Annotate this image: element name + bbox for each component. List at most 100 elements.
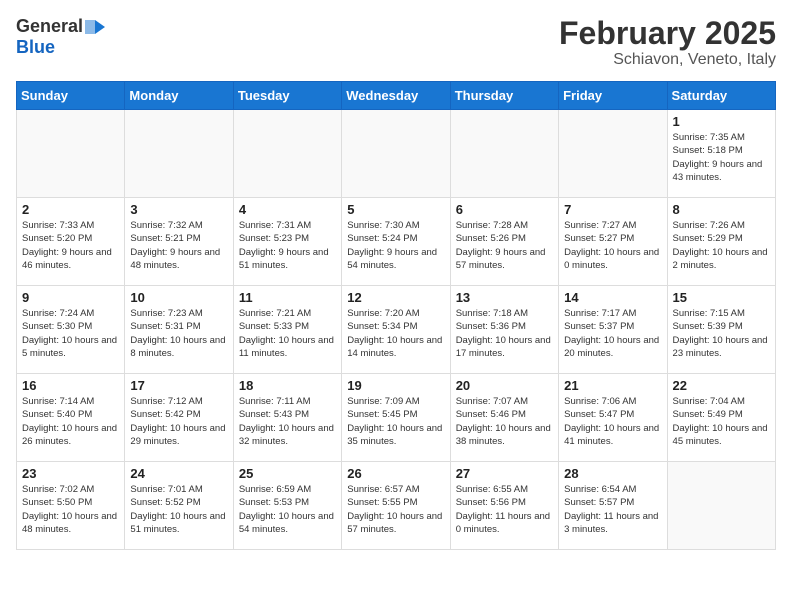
calendar-cell: 21 Sunrise: 7:06 AM Sunset: 5:47 PM Dayli… <box>559 374 667 462</box>
calendar-cell: 18Sunrise: 7:11 AM Sunset: 5:43 PM Dayli… <box>233 374 341 462</box>
calendar-week-2: 9 Sunrise: 7:24 AM Sunset: 5:30 PM Daylig… <box>17 286 776 374</box>
day-info: Sunrise: 7:21 AM Sunset: 5:33 PM Dayligh… <box>239 307 336 360</box>
day-number: 27 <box>456 466 553 481</box>
day-number: 9 <box>22 290 119 305</box>
calendar-cell: 2 Sunrise: 7:33 AM Sunset: 5:20 PM Daylig… <box>17 198 125 286</box>
day-header-tuesday: Tuesday <box>233 82 341 110</box>
day-number: 11 <box>239 290 336 305</box>
day-info: Sunrise: 7:32 AM Sunset: 5:21 PM Dayligh… <box>130 219 227 272</box>
logo-general: General <box>16 16 83 37</box>
logo: General Blue <box>16 16 105 58</box>
day-info: Sunrise: 7:09 AM Sunset: 5:45 PM Dayligh… <box>347 395 444 448</box>
day-number: 10 <box>130 290 227 305</box>
day-info: Sunrise: 7:04 AM Sunset: 5:49 PM Dayligh… <box>673 395 770 448</box>
calendar-cell: 15 Sunrise: 7:15 AM Sunset: 5:39 PM Dayli… <box>667 286 775 374</box>
day-number: 22 <box>673 378 770 393</box>
calendar-cell: 7Sunrise: 7:27 AM Sunset: 5:27 PM Daylig… <box>559 198 667 286</box>
day-header-saturday: Saturday <box>667 82 775 110</box>
day-number: 5 <box>347 202 444 217</box>
day-info: Sunrise: 7:24 AM Sunset: 5:30 PM Dayligh… <box>22 307 119 360</box>
calendar-cell: 23 Sunrise: 7:02 AM Sunset: 5:50 PM Dayli… <box>17 462 125 550</box>
day-number: 6 <box>456 202 553 217</box>
calendar-cell: 12 Sunrise: 7:20 AM Sunset: 5:34 PM Dayli… <box>342 286 450 374</box>
location-subtitle: Schiavon, Veneto, Italy <box>559 51 776 69</box>
calendar-cell: 13Sunrise: 7:18 AM Sunset: 5:36 PM Dayli… <box>450 286 558 374</box>
day-info: Sunrise: 7:35 AM Sunset: 5:18 PM Dayligh… <box>673 131 770 184</box>
calendar-cell <box>667 462 775 550</box>
day-info: Sunrise: 7:31 AM Sunset: 5:23 PM Dayligh… <box>239 219 336 272</box>
day-number: 3 <box>130 202 227 217</box>
calendar-cell: 28 Sunrise: 6:54 AM Sunset: 5:57 PM Dayli… <box>559 462 667 550</box>
day-header-monday: Monday <box>125 82 233 110</box>
day-number: 23 <box>22 466 119 481</box>
calendar-cell: 10 Sunrise: 7:23 AM Sunset: 5:31 PM Dayli… <box>125 286 233 374</box>
calendar-cell: 24 Sunrise: 7:01 AM Sunset: 5:52 PM Dayli… <box>125 462 233 550</box>
day-info: Sunrise: 7:12 AM Sunset: 5:42 PM Dayligh… <box>130 395 227 448</box>
day-info: Sunrise: 6:54 AM Sunset: 5:57 PM Dayligh… <box>564 483 661 536</box>
day-number: 25 <box>239 466 336 481</box>
day-info: Sunrise: 7:26 AM Sunset: 5:29 PM Dayligh… <box>673 219 770 272</box>
calendar-week-1: 2 Sunrise: 7:33 AM Sunset: 5:20 PM Daylig… <box>17 198 776 286</box>
title-block: February 2025 Schiavon, Veneto, Italy <box>559 16 776 69</box>
day-number: 16 <box>22 378 119 393</box>
day-info: Sunrise: 7:15 AM Sunset: 5:39 PM Dayligh… <box>673 307 770 360</box>
day-number: 15 <box>673 290 770 305</box>
calendar-cell: 1 Sunrise: 7:35 AM Sunset: 5:18 PM Daylig… <box>667 110 775 198</box>
day-info: Sunrise: 7:06 AM Sunset: 5:47 PM Dayligh… <box>564 395 661 448</box>
day-info: Sunrise: 7:23 AM Sunset: 5:31 PM Dayligh… <box>130 307 227 360</box>
calendar-header-row: SundayMondayTuesdayWednesdayThursdayFrid… <box>17 82 776 110</box>
calendar-cell: 26 Sunrise: 6:57 AM Sunset: 5:55 PM Dayli… <box>342 462 450 550</box>
calendar-cell: 27 Sunrise: 6:55 AM Sunset: 5:56 PM Dayli… <box>450 462 558 550</box>
calendar-cell: 5Sunrise: 7:30 AM Sunset: 5:24 PM Daylig… <box>342 198 450 286</box>
day-number: 21 <box>564 378 661 393</box>
day-number: 12 <box>347 290 444 305</box>
calendar-week-0: 1 Sunrise: 7:35 AM Sunset: 5:18 PM Daylig… <box>17 110 776 198</box>
calendar-cell: 6 Sunrise: 7:28 AM Sunset: 5:26 PM Daylig… <box>450 198 558 286</box>
day-info: Sunrise: 7:20 AM Sunset: 5:34 PM Dayligh… <box>347 307 444 360</box>
day-number: 26 <box>347 466 444 481</box>
calendar-cell <box>17 110 125 198</box>
day-info: Sunrise: 7:02 AM Sunset: 5:50 PM Dayligh… <box>22 483 119 536</box>
calendar-cell: 4 Sunrise: 7:31 AM Sunset: 5:23 PM Daylig… <box>233 198 341 286</box>
calendar-cell <box>125 110 233 198</box>
day-info: Sunrise: 7:33 AM Sunset: 5:20 PM Dayligh… <box>22 219 119 272</box>
day-header-thursday: Thursday <box>450 82 558 110</box>
calendar-cell: 22 Sunrise: 7:04 AM Sunset: 5:49 PM Dayli… <box>667 374 775 462</box>
day-number: 19 <box>347 378 444 393</box>
logo-flag-icon <box>85 20 105 34</box>
day-info: Sunrise: 7:17 AM Sunset: 5:37 PM Dayligh… <box>564 307 661 360</box>
month-title: February 2025 <box>559 16 776 51</box>
calendar-cell <box>342 110 450 198</box>
calendar-cell: 8Sunrise: 7:26 AM Sunset: 5:29 PM Daylig… <box>667 198 775 286</box>
day-number: 4 <box>239 202 336 217</box>
day-info: Sunrise: 6:59 AM Sunset: 5:53 PM Dayligh… <box>239 483 336 536</box>
calendar-cell <box>450 110 558 198</box>
calendar-table: SundayMondayTuesdayWednesdayThursdayFrid… <box>16 81 776 550</box>
calendar-cell <box>233 110 341 198</box>
logo-blue: Blue <box>16 37 55 58</box>
calendar-cell: 20Sunrise: 7:07 AM Sunset: 5:46 PM Dayli… <box>450 374 558 462</box>
calendar-week-3: 16 Sunrise: 7:14 AM Sunset: 5:40 PM Dayli… <box>17 374 776 462</box>
day-info: Sunrise: 6:55 AM Sunset: 5:56 PM Dayligh… <box>456 483 553 536</box>
day-info: Sunrise: 7:14 AM Sunset: 5:40 PM Dayligh… <box>22 395 119 448</box>
day-info: Sunrise: 7:07 AM Sunset: 5:46 PM Dayligh… <box>456 395 553 448</box>
day-number: 1 <box>673 114 770 129</box>
day-number: 2 <box>22 202 119 217</box>
day-number: 14 <box>564 290 661 305</box>
calendar-cell: 17Sunrise: 7:12 AM Sunset: 5:42 PM Dayli… <box>125 374 233 462</box>
day-number: 28 <box>564 466 661 481</box>
calendar-cell: 19 Sunrise: 7:09 AM Sunset: 5:45 PM Dayli… <box>342 374 450 462</box>
calendar-cell: 9 Sunrise: 7:24 AM Sunset: 5:30 PM Daylig… <box>17 286 125 374</box>
day-number: 24 <box>130 466 227 481</box>
day-header-sunday: Sunday <box>17 82 125 110</box>
calendar-cell: 3 Sunrise: 7:32 AM Sunset: 5:21 PM Daylig… <box>125 198 233 286</box>
day-info: Sunrise: 6:57 AM Sunset: 5:55 PM Dayligh… <box>347 483 444 536</box>
calendar-cell: 25 Sunrise: 6:59 AM Sunset: 5:53 PM Dayli… <box>233 462 341 550</box>
calendar-week-4: 23 Sunrise: 7:02 AM Sunset: 5:50 PM Dayli… <box>17 462 776 550</box>
calendar-cell: 16 Sunrise: 7:14 AM Sunset: 5:40 PM Dayli… <box>17 374 125 462</box>
day-info: Sunrise: 7:01 AM Sunset: 5:52 PM Dayligh… <box>130 483 227 536</box>
day-info: Sunrise: 7:28 AM Sunset: 5:26 PM Dayligh… <box>456 219 553 272</box>
day-info: Sunrise: 7:18 AM Sunset: 5:36 PM Dayligh… <box>456 307 553 360</box>
calendar-cell: 14 Sunrise: 7:17 AM Sunset: 5:37 PM Dayli… <box>559 286 667 374</box>
day-header-friday: Friday <box>559 82 667 110</box>
